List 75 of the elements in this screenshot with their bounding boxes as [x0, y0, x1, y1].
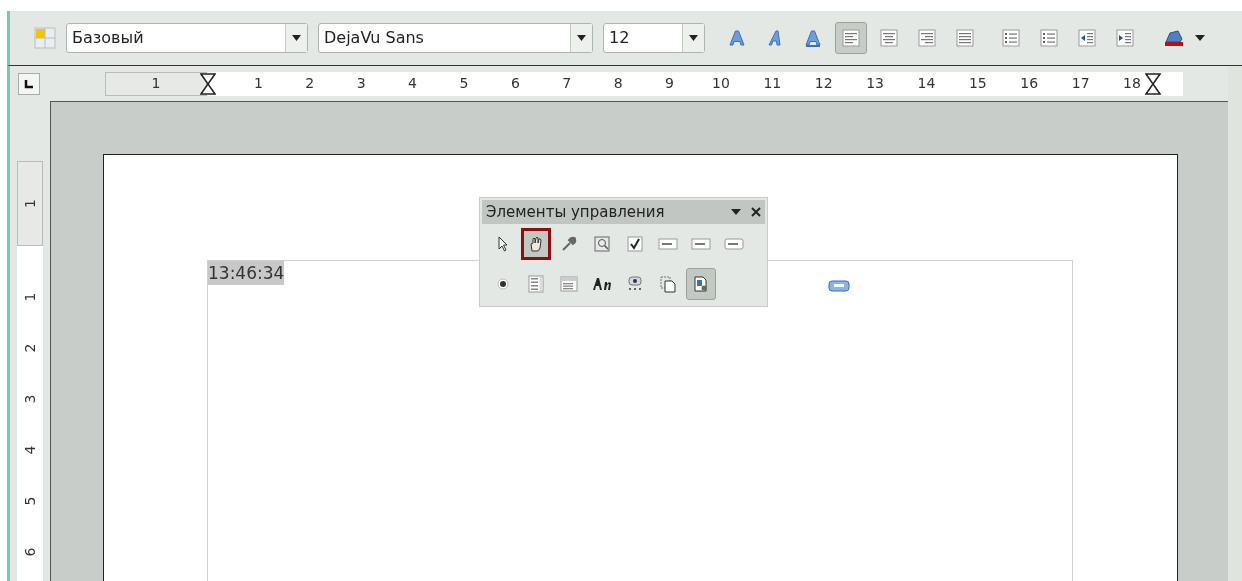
letter-a-icon [728, 29, 746, 47]
letter-a-icon [804, 29, 822, 47]
tab-stop-button[interactable] [18, 72, 40, 95]
ruler-number: 6 [20, 547, 39, 557]
wizard-icon [692, 275, 710, 293]
ruler-number: 10 [712, 74, 730, 93]
scrollbar[interactable] [1228, 101, 1242, 581]
ruler-number: 11 [763, 74, 782, 93]
ruler-number: 7 [562, 74, 572, 93]
ruler-number: 13 [866, 74, 884, 93]
hand-icon [527, 235, 545, 253]
align-left-icon [842, 29, 860, 47]
radio-button-icon [494, 275, 512, 293]
list-box-icon [527, 275, 545, 293]
toolbar-button[interactable] [835, 22, 867, 54]
ruler-number: 2 [305, 74, 315, 93]
ruler-number: 8 [613, 74, 623, 93]
combo-box-value: Базовый [71, 27, 145, 49]
control-tool-button[interactable] [521, 228, 551, 260]
text-box-icon [658, 238, 678, 250]
ruler-number: 1 [253, 74, 263, 93]
close-icon[interactable] [751, 207, 761, 217]
time-field: 13:46:34 [208, 261, 285, 285]
caret-icon [689, 35, 698, 41]
indent-marker-icon[interactable] [1145, 72, 1161, 95]
paragraph-style-combo[interactable]: Базовый [66, 23, 308, 53]
ruler-number: 16 [1020, 74, 1039, 93]
ruler-number: 4 [408, 74, 417, 93]
combo-box-value: 12 [608, 27, 631, 49]
form-icon [593, 235, 611, 253]
numbered-list-icon [1002, 29, 1020, 47]
ruler-number: 1 [151, 74, 161, 93]
ruler-number: 9 [665, 74, 674, 93]
align-center-icon [880, 29, 898, 47]
ruler-number: 17 [1071, 74, 1090, 93]
ruler-number: 5 [20, 496, 39, 506]
font-name-combo[interactable]: DejaVu Sans [318, 23, 593, 53]
more-controls-icon [626, 275, 644, 293]
checkbox-icon [626, 235, 644, 253]
align-right-icon [918, 29, 936, 47]
ruler-number: 15 [968, 74, 987, 93]
bulleted-list-icon [1040, 29, 1058, 47]
pages-icon [659, 275, 677, 293]
ruler-number: 3 [20, 394, 39, 404]
form-control-icon[interactable] [828, 280, 850, 294]
outdent-icon [1078, 29, 1096, 47]
ruler-number: 2 [20, 343, 39, 353]
caret-icon[interactable] [1195, 35, 1205, 41]
ruler-number: 5 [459, 74, 469, 93]
highlighter-icon [1162, 29, 1186, 47]
ruler-number: 1 [20, 292, 39, 302]
control-tool-button[interactable] [686, 268, 716, 300]
letter-a-icon [766, 29, 784, 47]
combo-box-icon [560, 275, 578, 293]
font-size-combo[interactable]: 12 [603, 23, 705, 53]
tab-stop-icon [24, 78, 34, 89]
label-field-icon [591, 275, 613, 293]
formatted-field-icon [691, 238, 711, 250]
push-button-icon [724, 238, 744, 250]
justify-icon [956, 29, 974, 47]
caret-icon[interactable] [731, 208, 741, 216]
ruler-number: 3 [356, 74, 366, 93]
caret-icon [577, 35, 586, 41]
indent-icon [1116, 29, 1134, 47]
indent-marker-icon[interactable] [200, 72, 216, 95]
ruler-number: 12 [814, 74, 833, 93]
ruler-number: 6 [510, 74, 520, 93]
combo-box-value: DejaVu Sans [323, 27, 425, 49]
caret-icon [292, 35, 301, 41]
ruler-number: 14 [917, 74, 936, 93]
ruler-number: 18 [1123, 74, 1141, 93]
ruler-number: 4 [20, 445, 39, 455]
scrollbar[interactable] [1228, 66, 1242, 101]
toolbar-title: Элементы управления [486, 201, 666, 223]
ruler-number: 1 [20, 199, 39, 208]
